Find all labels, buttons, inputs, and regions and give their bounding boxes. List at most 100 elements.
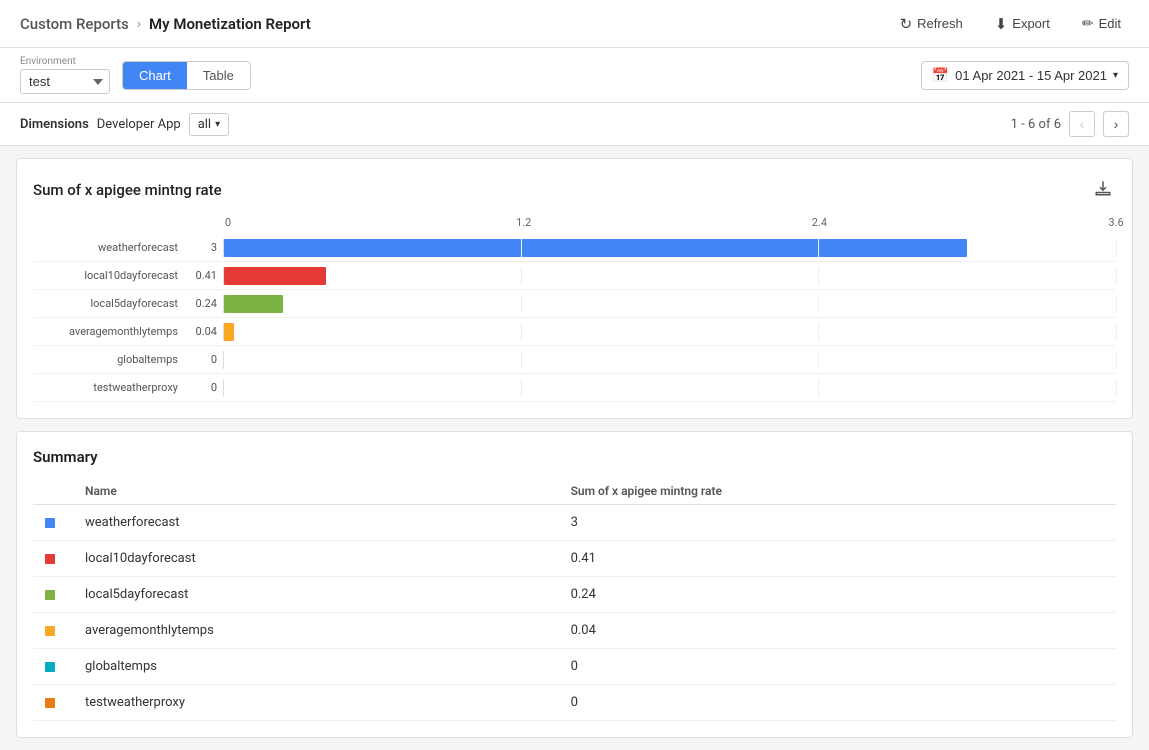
breadcrumb-parent[interactable]: Custom Reports — [20, 15, 129, 33]
dimension-filter[interactable]: all ▾ — [189, 113, 229, 136]
table-row: testweatherproxy 0 — [33, 685, 1116, 721]
chart-download-button[interactable] — [1090, 175, 1116, 204]
col-color — [33, 478, 73, 505]
chart-bar — [224, 267, 326, 285]
color-indicator — [45, 590, 55, 600]
chart-row: weatherforecast 3 — [33, 234, 1116, 262]
row-name-cell: testweatherproxy — [73, 685, 559, 721]
tab-chart[interactable]: Chart — [123, 62, 187, 89]
chart-row: testweatherproxy 0 — [33, 374, 1116, 402]
row-name-cell: averagemonthlytemps — [73, 613, 559, 649]
row-value-cell: 0.04 — [559, 613, 1116, 649]
chart-row-value: 0.41 — [188, 269, 223, 282]
chart-row-label: globaltemps — [33, 353, 188, 366]
table-row: weatherforecast 3 — [33, 505, 1116, 541]
chart-card: Sum of x apigee mintng rate 0 1.2 2.4 3.… — [16, 158, 1133, 419]
x-axis: 0 1.2 2.4 3.6 — [228, 216, 1116, 234]
export-button[interactable]: ⬇ Export — [987, 11, 1058, 37]
filter-value: all — [198, 117, 211, 132]
chart-row-value: 0 — [188, 381, 223, 394]
dimension-name: Developer App — [97, 117, 181, 132]
chevron-down-icon: ▾ — [215, 119, 220, 130]
chart-row-value: 3 — [188, 241, 223, 254]
breadcrumb-separator: › — [137, 16, 141, 32]
color-indicator — [45, 554, 55, 564]
pagination-prev[interactable]: ‹ — [1069, 111, 1095, 137]
breadcrumb: Custom Reports › My Monetization Report — [20, 15, 311, 33]
calendar-icon: 📅 — [932, 67, 949, 84]
x-label-0: 0 — [225, 216, 231, 229]
chart-bar — [224, 239, 967, 257]
chart-row: globaltemps 0 — [33, 346, 1116, 374]
pagination: 1 - 6 of 6 ‹ › — [1011, 111, 1129, 137]
table-row: globaltemps 0 — [33, 649, 1116, 685]
dimensions-label: Dimensions — [20, 117, 89, 132]
chart-area: 0 1.2 2.4 3.6 weatherforecast 3 local10d… — [33, 216, 1116, 402]
table-row: averagemonthlytemps 0.04 — [33, 613, 1116, 649]
chart-bar-container — [223, 323, 1116, 341]
pagination-text: 1 - 6 of 6 — [1011, 117, 1061, 132]
x-label-2: 2.4 — [812, 216, 827, 229]
date-range-text: 01 Apr 2021 - 15 Apr 2021 — [955, 68, 1107, 83]
chart-row-label: local10dayforecast — [33, 269, 188, 282]
row-value-cell: 0.24 — [559, 577, 1116, 613]
breadcrumb-current: My Monetization Report — [149, 15, 311, 33]
color-indicator — [45, 662, 55, 672]
row-color-cell — [33, 505, 73, 541]
chart-row-label: averagemonthlytemps — [33, 325, 188, 338]
env-select-input[interactable]: test — [20, 69, 110, 94]
view-tab-group: Chart Table — [122, 61, 251, 90]
table-row: local5dayforecast 0.24 — [33, 577, 1116, 613]
chart-title: Sum of x apigee mintng rate — [33, 181, 222, 199]
summary-table: Name Sum of x apigee mintng rate weather… — [33, 478, 1116, 721]
row-name-cell: weatherforecast — [73, 505, 559, 541]
header-actions: ↻ Refresh ⬇ Export ✏ Edit — [892, 11, 1129, 37]
chart-row: local10dayforecast 0.41 — [33, 262, 1116, 290]
pagination-next[interactable]: › — [1103, 111, 1129, 137]
chart-row-value: 0.04 — [188, 325, 223, 338]
row-color-cell — [33, 541, 73, 577]
chart-bar-container — [223, 239, 1116, 257]
refresh-button[interactable]: ↻ Refresh — [892, 11, 971, 37]
row-value-cell: 3 — [559, 505, 1116, 541]
row-name-cell: local5dayforecast — [73, 577, 559, 613]
toolbar: Environment test Chart Table 📅 01 Apr 20… — [0, 48, 1149, 103]
chart-row-label: local5dayforecast — [33, 297, 188, 310]
summary-title: Summary — [33, 448, 1116, 466]
chevron-down-icon: ▾ — [1113, 70, 1118, 81]
env-label: Environment — [20, 56, 110, 67]
export-icon: ⬇ — [995, 15, 1008, 33]
date-range-button[interactable]: 📅 01 Apr 2021 - 15 Apr 2021 ▾ — [921, 61, 1129, 90]
tab-table[interactable]: Table — [187, 62, 250, 89]
row-color-cell — [33, 685, 73, 721]
row-value-cell: 0.41 — [559, 541, 1116, 577]
row-value-cell: 0 — [559, 685, 1116, 721]
toolbar-left: Environment test Chart Table — [20, 56, 251, 94]
color-indicator — [45, 698, 55, 708]
edit-button[interactable]: ✏ Edit — [1074, 11, 1129, 36]
col-name-header: Name — [73, 478, 559, 505]
chart-row-value: 0.24 — [188, 297, 223, 310]
x-label-3: 3.6 — [1108, 216, 1123, 229]
summary-body: weatherforecast 3 local10dayforecast 0.4… — [33, 505, 1116, 721]
header: Custom Reports › My Monetization Report … — [0, 0, 1149, 48]
chart-row-label: testweatherproxy — [33, 381, 188, 394]
chart-rows: weatherforecast 3 local10dayforecast 0.4… — [33, 234, 1116, 402]
chart-row-label: weatherforecast — [33, 241, 188, 254]
chart-bar-container — [223, 295, 1116, 313]
chart-bar-container — [223, 379, 1116, 397]
chart-bar — [224, 323, 234, 341]
color-indicator — [45, 626, 55, 636]
main-content: Sum of x apigee mintng rate 0 1.2 2.4 3.… — [0, 146, 1149, 750]
dimensions-bar: Dimensions Developer App all ▾ 1 - 6 of … — [0, 103, 1149, 146]
edit-icon: ✏ — [1082, 15, 1094, 32]
dimensions-left: Dimensions Developer App all ▾ — [20, 113, 229, 136]
chart-row-value: 0 — [188, 353, 223, 366]
row-name-cell: local10dayforecast — [73, 541, 559, 577]
summary-card: Summary Name Sum of x apigee mintng rate… — [16, 431, 1133, 738]
chart-row: averagemonthlytemps 0.04 — [33, 318, 1116, 346]
chart-bar — [224, 295, 283, 313]
chart-row: local5dayforecast 0.24 — [33, 290, 1116, 318]
row-value-cell: 0 — [559, 649, 1116, 685]
row-color-cell — [33, 577, 73, 613]
